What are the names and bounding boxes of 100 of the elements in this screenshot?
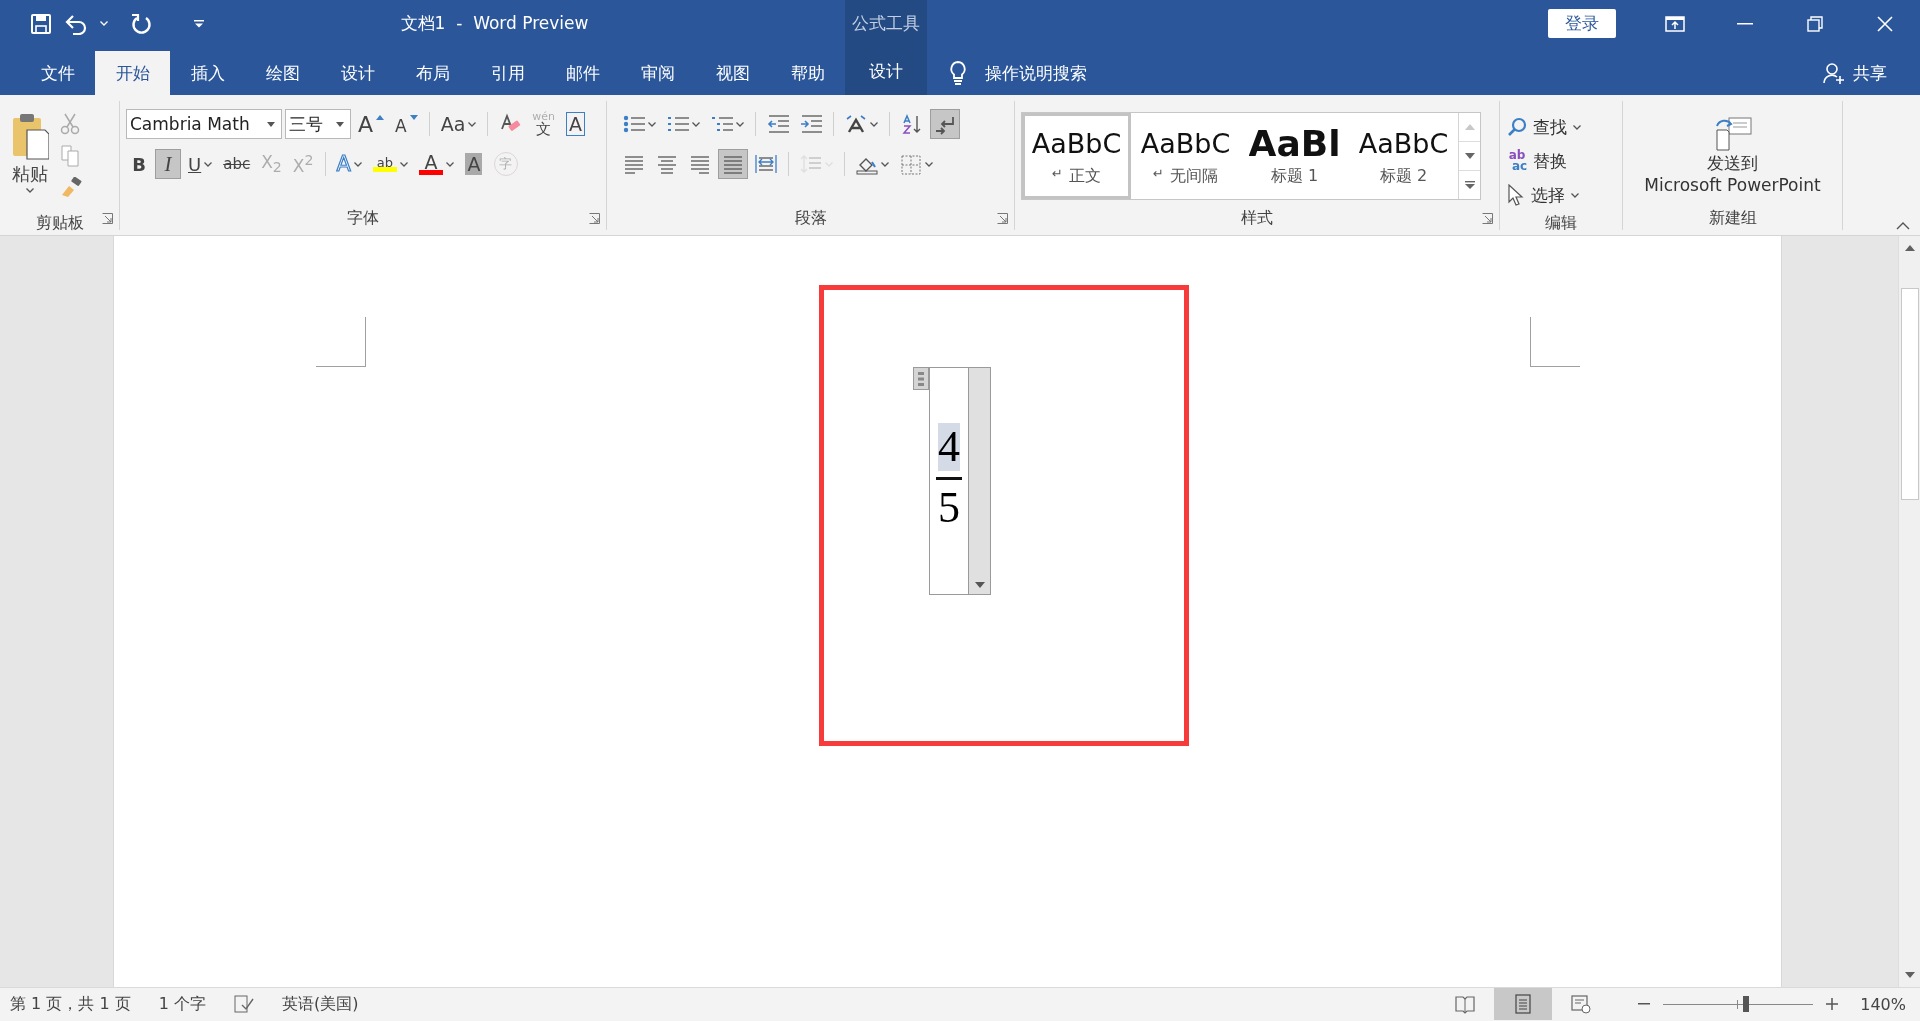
font-name-dropdown[interactable]: Cambria Math [126,109,282,139]
caret-icon [100,21,108,26]
save-icon[interactable] [30,12,52,35]
ribbon-tab[interactable]: 视图 [695,51,770,95]
triangle-down-icon [409,115,418,120]
customize-toolbar-icon[interactable] [194,19,204,28]
group-label: 编辑 [1545,212,1577,234]
scrollbar-thumb[interactable] [1900,288,1919,500]
select-button[interactable]: 选择 [1506,181,1582,209]
line-spacing-icon [800,153,822,175]
window-title: 文档1 - Word Preview [399,12,590,35]
bold-button[interactable]: B [126,149,152,179]
equation-box[interactable]: 4 5 [929,367,991,595]
distribute-icon [755,153,777,175]
caret-icon [870,121,878,127]
caret-icon [925,161,933,167]
text-direction-icon [845,113,867,135]
caret-icon [692,121,700,127]
group-label: 字体 [347,207,379,229]
caret-icon [26,188,34,193]
equation-options-icon[interactable] [974,582,985,588]
style-gallery-item[interactable]: AaBbC 标题 2 [1349,113,1458,199]
font-color-button[interactable]: A [414,149,458,179]
strikethrough-button[interactable]: abc [219,149,255,179]
format-painter-icon[interactable] [60,177,82,197]
ribbon-tab[interactable]: 布局 [395,51,470,95]
bullet-list-icon [623,113,645,135]
print-layout-icon [1513,994,1534,1014]
caret-icon [736,121,744,127]
paste-button[interactable]: 粘贴 [6,109,54,209]
change-case-button[interactable]: Aa [436,109,481,139]
page-count[interactable]: 第 1 页，共 1 页 [10,993,131,1015]
scroll-down-icon[interactable] [1464,153,1475,159]
paragraph-mark-button[interactable] [930,109,960,139]
equation-handle[interactable] [913,367,929,390]
close-icon[interactable] [1877,15,1893,32]
dialog-launcher-icon[interactable] [589,213,600,224]
ribbon-tab[interactable]: 设计 [320,51,395,95]
scroll-down-icon[interactable] [1904,972,1915,978]
proofing-icon[interactable] [233,995,254,1013]
ribbon-display-icon[interactable] [1665,15,1685,32]
underline-button[interactable]: U [184,149,217,179]
shrink-font-button[interactable]: A [391,109,422,139]
print-layout-button[interactable] [1494,988,1553,1020]
ribbon-tab[interactable]: 设计 [845,47,927,95]
dialog-launcher-icon[interactable] [997,213,1008,224]
redo-icon[interactable] [130,12,152,35]
ribbon-tab[interactable]: 帮助 [770,51,845,95]
align-center-icon [656,153,678,175]
font-size-dropdown[interactable]: 三号 [285,109,351,139]
find-button[interactable]: 查找 [1506,113,1582,141]
dialog-launcher-icon[interactable] [102,213,113,224]
zoom-percent[interactable]: 140% [1860,994,1906,1014]
style-gallery-item[interactable]: AaBbC ↵ 无间隔 [1131,113,1240,199]
collapse-ribbon-icon[interactable] [1896,222,1910,230]
undo-icon[interactable] [64,12,88,35]
fraction-bar [936,476,962,480]
justify-button[interactable] [718,149,748,179]
gallery-more-icon[interactable] [1464,181,1475,189]
grow-font-button[interactable]: A [354,109,389,139]
group-label: 样式 [1241,207,1273,229]
ribbon-tab[interactable]: 开始 [95,51,170,95]
zoom-in-icon[interactable] [1826,998,1839,1010]
ribbon-tab[interactable]: 审阅 [620,51,695,95]
caret-icon [1571,192,1579,198]
tell-me-search[interactable]: 操作说明搜索 [985,61,1087,85]
word-count[interactable]: 1 个字 [158,993,206,1015]
italic-button[interactable]: I [155,149,181,179]
zoom-slider-thumb[interactable] [1742,996,1749,1012]
lightbulb-icon[interactable] [949,60,967,86]
ribbon-tab[interactable]: 引用 [470,51,545,95]
scroll-up-icon[interactable] [1904,245,1915,251]
vertical-scrollbar[interactable] [1898,236,1920,987]
dialog-launcher-icon[interactable] [1482,213,1493,224]
style-gallery-item[interactable]: AaBl 标题 1 [1240,113,1349,199]
caret-icon [1573,124,1581,130]
increase-indent-icon [800,113,822,135]
ribbon-tab[interactable]: 插入 [170,51,245,95]
ribbon-tab[interactable]: 文件 [20,51,95,95]
dropdown-arrow-icon [336,121,344,127]
search-icon [1507,117,1527,137]
send-to-powerpoint-button[interactable]: 发送到 Microsoft PowerPoint [1629,109,1836,204]
restore-icon[interactable] [1807,15,1823,32]
cut-icon[interactable] [60,113,80,135]
ribbon-tab[interactable]: 绘图 [245,51,320,95]
triangle-up-icon [376,115,385,120]
clipboard-icon [11,112,49,160]
caret-icon [353,161,362,167]
ribbon-tab[interactable]: 邮件 [545,51,620,95]
share-button[interactable]: 共享 [1822,51,1888,95]
read-mode-icon [1455,994,1476,1014]
minimize-icon[interactable] [1737,22,1753,25]
fraction-denominator: 5 [938,483,960,532]
decrease-indent-icon [767,113,789,135]
sign-in-button[interactable]: 登录 [1548,9,1616,38]
highlight-button[interactable]: ab [368,149,412,179]
align-right-icon [689,153,711,175]
style-gallery-item[interactable]: AaBbC ↵ 正文 [1022,113,1131,199]
language-indicator[interactable]: 英语(美国) [281,993,359,1015]
character-shading-button[interactable]: A [460,149,487,179]
